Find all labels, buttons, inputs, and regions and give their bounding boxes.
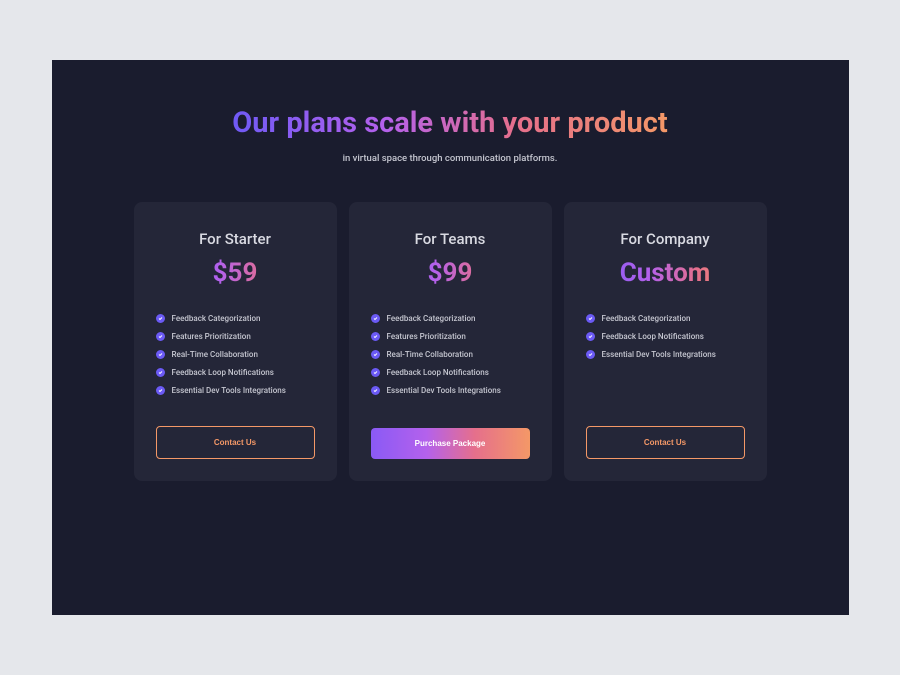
plan-price: $59 <box>156 258 315 288</box>
feature-label: Real-Time Collaboration <box>387 350 473 359</box>
feature-item: Features Prioritization <box>371 332 530 341</box>
contact-us-button[interactable]: Contact Us <box>156 426 315 459</box>
check-icon <box>586 350 595 359</box>
feature-item: Real-Time Collaboration <box>371 350 530 359</box>
plan-price: $99 <box>371 258 530 288</box>
check-icon <box>156 350 165 359</box>
feature-label: Real-Time Collaboration <box>172 350 258 359</box>
feature-item: Features Prioritization <box>156 332 315 341</box>
feature-list: Feedback Categorization Features Priorit… <box>371 314 530 406</box>
feature-label: Feedback Categorization <box>172 314 261 323</box>
feature-label: Features Prioritization <box>172 332 251 341</box>
feature-label: Feedback Categorization <box>602 314 691 323</box>
check-icon <box>371 350 380 359</box>
check-icon <box>371 386 380 395</box>
feature-label: Essential Dev Tools Integrations <box>172 386 286 395</box>
feature-label: Essential Dev Tools Integrations <box>387 386 501 395</box>
feature-item: Feedback Categorization <box>371 314 530 323</box>
purchase-package-button[interactable]: Purchase Package <box>371 428 530 459</box>
plans-row: For Starter $59 Feedback Categorization … <box>92 202 809 481</box>
plan-name: For Company <box>586 230 745 248</box>
check-icon <box>156 368 165 377</box>
feature-item: Essential Dev Tools Integrations <box>586 350 745 359</box>
plan-card-teams: For Teams $99 Feedback Categorization Fe… <box>349 202 552 481</box>
plan-name: For Teams <box>371 230 530 248</box>
page-subtitle: in virtual space through communication p… <box>92 153 809 164</box>
plan-price: Custom <box>586 258 745 288</box>
feature-label: Feedback Categorization <box>387 314 476 323</box>
feature-list: Feedback Categorization Features Priorit… <box>156 314 315 404</box>
feature-item: Feedback Loop Notifications <box>371 368 530 377</box>
plan-card-starter: For Starter $59 Feedback Categorization … <box>134 202 337 481</box>
feature-label: Essential Dev Tools Integrations <box>602 350 716 359</box>
check-icon <box>156 386 165 395</box>
pricing-section: Our plans scale with your product in vir… <box>52 60 849 615</box>
feature-item: Feedback Loop Notifications <box>156 368 315 377</box>
plan-name: For Starter <box>156 230 315 248</box>
feature-label: Feedback Loop Notifications <box>602 332 704 341</box>
check-icon <box>371 314 380 323</box>
feature-label: Feedback Loop Notifications <box>387 368 489 377</box>
feature-label: Features Prioritization <box>387 332 466 341</box>
check-icon <box>156 314 165 323</box>
feature-item: Feedback Categorization <box>586 314 745 323</box>
check-icon <box>371 332 380 341</box>
check-icon <box>156 332 165 341</box>
check-icon <box>371 368 380 377</box>
check-icon <box>586 332 595 341</box>
check-icon <box>586 314 595 323</box>
plan-card-company: For Company Custom Feedback Categorizati… <box>564 202 767 481</box>
feature-list: Feedback Categorization Feedback Loop No… <box>586 314 745 404</box>
feature-label: Feedback Loop Notifications <box>172 368 274 377</box>
feature-item: Feedback Categorization <box>156 314 315 323</box>
contact-us-button[interactable]: Contact Us <box>586 426 745 459</box>
feature-item: Feedback Loop Notifications <box>586 332 745 341</box>
page-title: Our plans scale with your product <box>232 105 667 143</box>
feature-item: Essential Dev Tools Integrations <box>371 386 530 395</box>
feature-item: Real-Time Collaboration <box>156 350 315 359</box>
header: Our plans scale with your product in vir… <box>92 105 809 164</box>
feature-item: Essential Dev Tools Integrations <box>156 386 315 395</box>
